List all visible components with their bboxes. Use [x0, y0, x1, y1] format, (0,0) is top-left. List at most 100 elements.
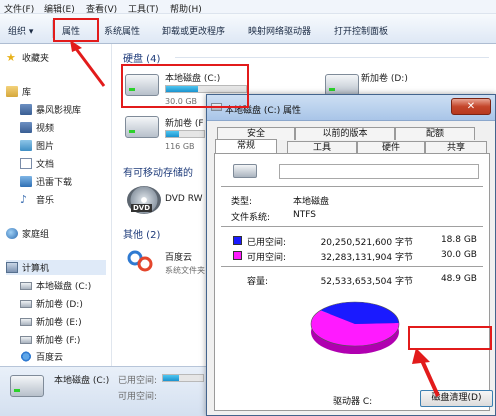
nav-homegroup-label: 家庭组 — [22, 230, 50, 240]
highlight-properties — [53, 18, 99, 42]
free-space-gb: 30.0 GB — [440, 250, 477, 260]
nav-drive-c[interactable]: 本地磁盘 (C:) — [20, 278, 91, 293]
nav-drive-f[interactable]: 新加卷 (F:) — [20, 332, 80, 347]
homegroup-icon — [6, 228, 18, 239]
baidu-cloud-name[interactable]: 百度云 — [165, 250, 192, 263]
hard-drive-icon — [20, 281, 32, 290]
close-button[interactable]: ✕ — [451, 98, 491, 115]
group-other[interactable]: 其他 (2) — [123, 226, 160, 241]
details-usage-bar — [162, 374, 204, 382]
nav-computer-label: 计算机 — [22, 264, 50, 274]
menu-bar: 文件(F) 编辑(E) 查看(V) 工具(T) 帮助(H) — [0, 0, 496, 15]
nav-item-label: 视频 — [36, 124, 55, 134]
nav-homegroup[interactable]: 家庭组 — [6, 226, 49, 241]
hard-drive-icon — [20, 299, 32, 308]
nav-item-label: 百度云 — [36, 353, 64, 363]
hard-drive-icon — [233, 164, 257, 178]
general-tab-pane: 类型: 本地磁盘 文件系统: NTFS 已用空间: 20,250,521,600… — [214, 153, 493, 411]
capacity-label: 容量: — [247, 277, 269, 287]
nav-item-label: 图片 — [36, 142, 55, 152]
nav-item-label: 本地磁盘 (C:) — [36, 282, 92, 292]
details-used-label: 已用空间: — [118, 376, 158, 386]
highlight-disk-cleanup — [408, 326, 492, 350]
nav-item-label: 音乐 — [36, 196, 55, 206]
nav-item-label: 暴风影视库 — [36, 106, 82, 116]
dialog-title-bar[interactable]: 本地磁盘 (C:) 属性 ✕ — [207, 95, 495, 121]
group-divider — [175, 57, 489, 58]
computer-icon — [6, 262, 18, 273]
details-drive-name: 本地磁盘 (C:) — [54, 376, 110, 386]
video-icon — [20, 122, 32, 133]
baidu-cloud-icon — [20, 351, 32, 362]
nav-baidu-cloud[interactable]: 百度云 — [20, 349, 63, 364]
nav-library[interactable]: 库 — [6, 84, 31, 99]
used-space-swatch — [233, 236, 242, 245]
drive-f-usage-fill — [166, 131, 180, 137]
map-network-drive-button[interactable]: 映射网络驱动器 — [248, 24, 311, 37]
type-value: 本地磁盘 — [293, 197, 330, 207]
free-space-bytes: 32,283,131,904 字节 — [320, 253, 413, 263]
divider — [221, 266, 483, 267]
nav-library-documents[interactable]: 文档 — [20, 156, 54, 171]
file-system-label: 文件系统: — [231, 213, 271, 223]
hard-drive-icon[interactable] — [125, 116, 159, 138]
details-usage-fill — [163, 375, 179, 381]
nav-library-pictures[interactable]: 图片 — [20, 138, 54, 153]
nav-item-label: 文档 — [36, 160, 55, 170]
hard-drive-icon — [20, 317, 32, 326]
type-label: 类型: — [231, 197, 253, 207]
star-icon: ★ — [6, 51, 16, 64]
document-icon — [20, 158, 32, 169]
music-icon: ♪ — [20, 193, 28, 206]
used-space-bytes: 20,250,521,600 字节 — [320, 238, 413, 248]
dvd-drive-name[interactable]: DVD RW — [165, 194, 203, 204]
library-icon — [6, 86, 18, 97]
baidu-cloud-icon[interactable] — [127, 250, 153, 272]
open-control-panel-button[interactable]: 打开控制面板 — [334, 24, 388, 37]
system-properties-button[interactable]: 系统属性 — [104, 24, 140, 37]
capacity-bytes: 52,533,653,504 字节 — [320, 277, 413, 287]
tab-general[interactable]: 常规 — [215, 139, 277, 154]
nav-library-music[interactable]: ♪ 音乐 — [20, 192, 54, 207]
file-system-value: NTFS — [293, 210, 316, 220]
divider — [221, 186, 483, 187]
nav-library-thunder[interactable]: 迅雷下载 — [20, 174, 72, 189]
nav-library-videos[interactable]: 视频 — [20, 120, 54, 135]
nav-item-label: 新加卷 (F:) — [36, 336, 81, 346]
hard-drive-icon[interactable] — [325, 74, 359, 96]
group-hard-drives[interactable]: 硬盘 (4) — [123, 50, 160, 65]
used-space-label: 已用空间: — [247, 238, 287, 248]
drive-f-usage-bar — [165, 130, 205, 138]
picture-icon — [20, 140, 32, 151]
details-free-label: 可用空间: — [118, 392, 158, 402]
download-icon — [20, 176, 32, 187]
drive-properties-dialog: 本地磁盘 (C:) 属性 ✕ 安全 以前的版本 配额 常规 工具 硬件 共享 类… — [206, 94, 496, 416]
tab-quota[interactable]: 配额 — [395, 127, 475, 140]
nav-favorites[interactable]: ★ 收藏夹 — [6, 50, 49, 65]
drive-d-name[interactable]: 新加卷 (D:) — [361, 71, 408, 84]
disk-cleanup-button[interactable]: 磁盘清理(D) — [420, 390, 493, 407]
dvd-badge: DVD — [131, 204, 153, 212]
video-library-icon — [20, 104, 32, 115]
hard-drive-icon — [10, 375, 44, 397]
baidu-cloud-desc: 系统文件夹 — [165, 266, 205, 275]
nav-drive-e[interactable]: 新加卷 (E:) — [20, 314, 82, 329]
organize-button[interactable]: 组织 ▾ — [8, 24, 33, 37]
uninstall-program-button[interactable]: 卸载或更改程序 — [162, 24, 225, 37]
nav-drive-d[interactable]: 新加卷 (D:) — [20, 296, 83, 311]
disk-usage-pie — [310, 301, 400, 354]
divider — [221, 226, 483, 227]
capacity-gb: 48.9 GB — [440, 274, 477, 284]
nav-item-label: 新加卷 (D:) — [36, 300, 83, 310]
group-removable-storage[interactable]: 有可移动存储的 — [123, 164, 193, 179]
highlight-drive-c — [121, 64, 249, 108]
tab-previous-versions[interactable]: 以前的版本 — [295, 127, 395, 140]
hard-drive-icon — [20, 335, 32, 344]
drive-letter-label: 驱动器 C: — [333, 397, 373, 407]
nav-computer[interactable]: 计算机 — [6, 260, 106, 275]
nav-library-storm[interactable]: 暴风影视库 — [20, 102, 81, 117]
used-space-gb: 18.8 GB — [440, 235, 477, 245]
volume-label-input[interactable] — [279, 164, 479, 179]
drive-f-name[interactable]: 新加卷 (F — [165, 116, 204, 129]
nav-item-label: 迅雷下载 — [36, 178, 73, 188]
